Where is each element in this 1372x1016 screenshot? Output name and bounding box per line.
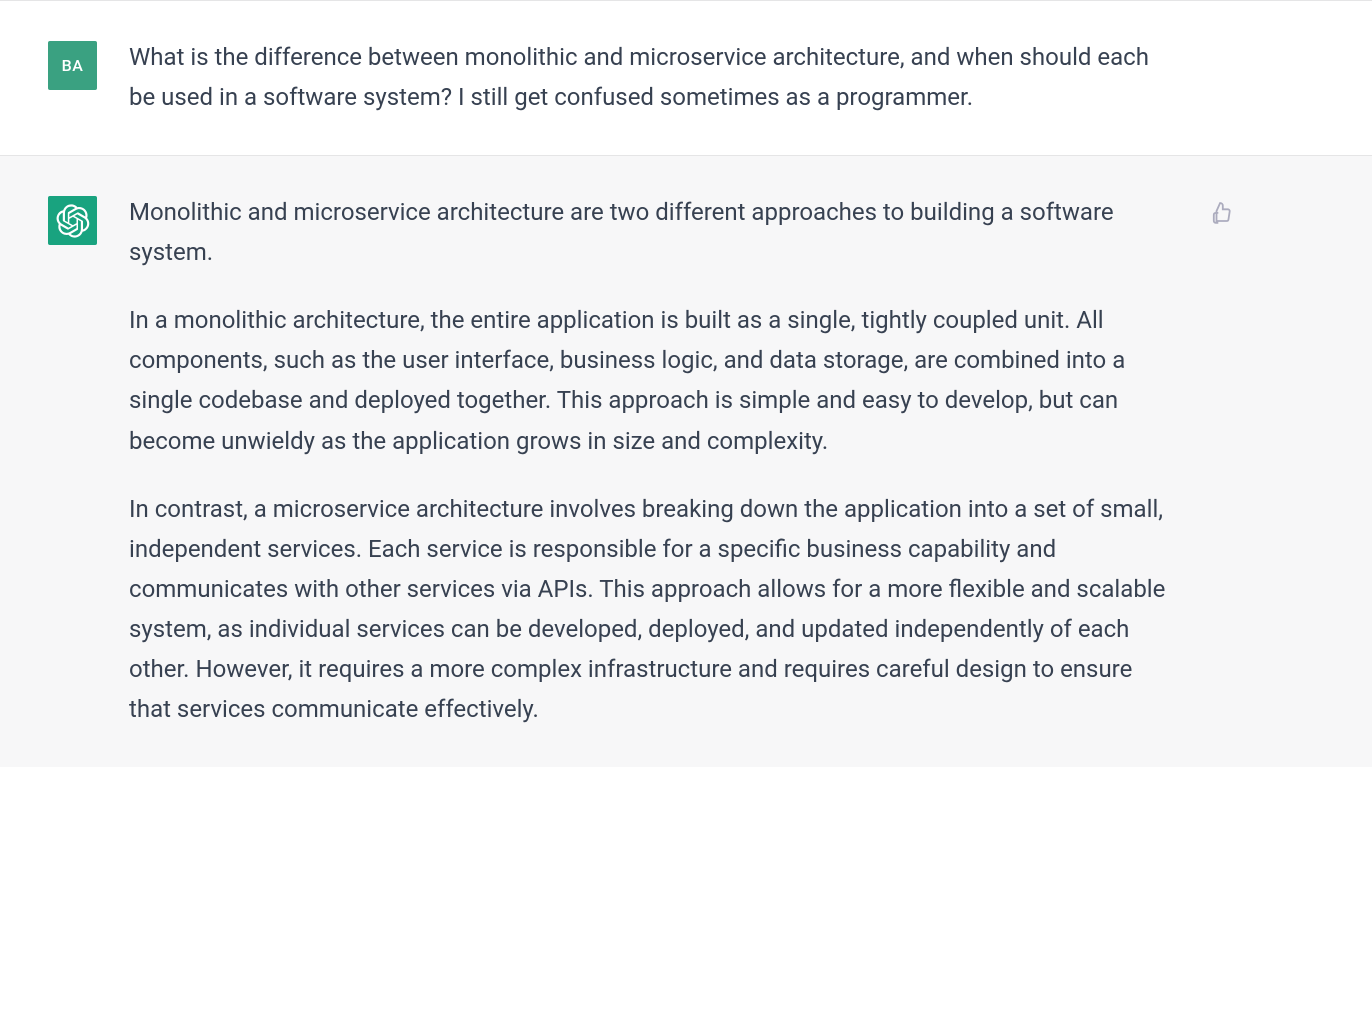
assistant-avatar bbox=[48, 196, 97, 245]
user-avatar: BA bbox=[48, 41, 97, 90]
assistant-message-actions bbox=[1211, 182, 1241, 729]
user-message-text: What is the difference between monolithi… bbox=[129, 37, 1179, 117]
assistant-paragraph-1: Monolithic and microservice architecture… bbox=[129, 192, 1179, 272]
assistant-message-content: Monolithic and microservice architecture… bbox=[129, 182, 1179, 729]
thumbs-up-icon bbox=[1212, 201, 1236, 225]
user-message-actions bbox=[1211, 27, 1241, 117]
thumbs-up-button[interactable] bbox=[1211, 200, 1237, 226]
user-message-row: BA What is the difference between monoli… bbox=[0, 0, 1372, 155]
assistant-paragraph-3: In contrast, a microservice architecture… bbox=[129, 489, 1179, 729]
user-message-content: What is the difference between monolithi… bbox=[129, 27, 1179, 117]
assistant-paragraph-2: In a monolithic architecture, the entire… bbox=[129, 300, 1179, 460]
assistant-message-row: Monolithic and microservice architecture… bbox=[0, 155, 1372, 767]
openai-logo-icon bbox=[56, 204, 90, 238]
user-avatar-initials: BA bbox=[62, 56, 84, 75]
